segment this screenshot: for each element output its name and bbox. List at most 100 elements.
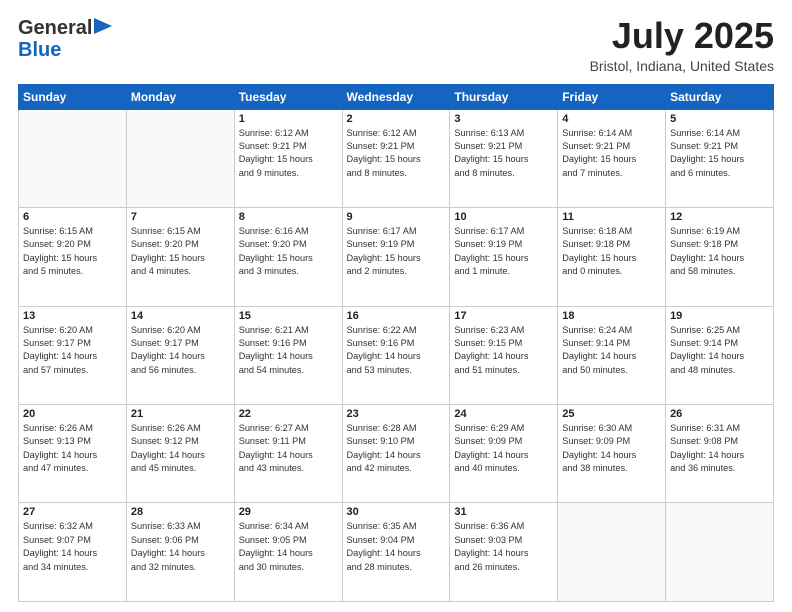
weekday-header-cell: Monday <box>126 84 234 109</box>
calendar-cell: 13 Sunrise: 6:20 AM Sunset: 9:17 PM Dayli… <box>19 306 127 404</box>
calendar-cell <box>19 109 127 207</box>
day-number: 23 <box>347 408 446 420</box>
day-info: Sunrise: 6:36 AM Sunset: 9:03 PM Dayligh… <box>454 520 553 573</box>
day-number: 15 <box>239 310 338 322</box>
calendar-cell: 1 Sunrise: 6:12 AM Sunset: 9:21 PM Daylig… <box>234 109 342 207</box>
calendar-week-row: 6Sunrise: 6:15 AM Sunset: 9:20 PM Daylig… <box>19 208 774 306</box>
calendar-cell: 9Sunrise: 6:17 AM Sunset: 9:19 PM Daylig… <box>342 208 450 306</box>
day-info: Sunrise: 6:34 AM Sunset: 9:05 PM Dayligh… <box>239 520 338 573</box>
day-info: Sunrise: 6:13 AM Sunset: 9:21 PM Dayligh… <box>454 127 553 180</box>
month-title: July 2025 <box>590 16 774 56</box>
day-number: 13 <box>23 310 122 322</box>
calendar-cell: 5Sunrise: 6:14 AM Sunset: 9:21 PM Daylig… <box>666 109 774 207</box>
day-number: 7 <box>131 211 230 223</box>
weekday-header-cell: Wednesday <box>342 84 450 109</box>
day-number: 12 <box>670 211 769 223</box>
day-info: Sunrise: 6:31 AM Sunset: 9:08 PM Dayligh… <box>670 422 769 475</box>
title-block: July 2025 Bristol, Indiana, United State… <box>590 16 774 74</box>
logo-blue: Blue <box>18 40 61 60</box>
day-number: 27 <box>23 506 122 518</box>
day-info: Sunrise: 6:26 AM Sunset: 9:12 PM Dayligh… <box>131 422 230 475</box>
calendar-cell: 11 Sunrise: 6:18 AM Sunset: 9:18 PM Dayli… <box>558 208 666 306</box>
day-number: 17 <box>454 310 553 322</box>
day-number: 14 <box>131 310 230 322</box>
day-number: 16 <box>347 310 446 322</box>
calendar-cell: 17 Sunrise: 6:23 AM Sunset: 9:15 PM Dayli… <box>450 306 558 404</box>
day-info: Sunrise: 6:25 AM Sunset: 9:14 PM Dayligh… <box>670 324 769 377</box>
day-info: Sunrise: 6:17 AM Sunset: 9:19 PM Dayligh… <box>454 225 553 278</box>
day-number: 4 <box>562 113 661 125</box>
day-info: Sunrise: 6:15 AM Sunset: 9:20 PM Dayligh… <box>131 225 230 278</box>
day-number: 19 <box>670 310 769 322</box>
calendar-cell: 15 Sunrise: 6:21 AM Sunset: 9:16 PM Dayli… <box>234 306 342 404</box>
day-info: Sunrise: 6:21 AM Sunset: 9:16 PM Dayligh… <box>239 324 338 377</box>
location-title: Bristol, Indiana, United States <box>590 58 774 74</box>
day-info: Sunrise: 6:32 AM Sunset: 9:07 PM Dayligh… <box>23 520 122 573</box>
calendar-week-row: 1 Sunrise: 6:12 AM Sunset: 9:21 PM Daylig… <box>19 109 774 207</box>
day-info: Sunrise: 6:22 AM Sunset: 9:16 PM Dayligh… <box>347 324 446 377</box>
day-info: Sunrise: 6:14 AM Sunset: 9:21 PM Dayligh… <box>562 127 661 180</box>
calendar-cell: 3 Sunrise: 6:13 AM Sunset: 9:21 PM Daylig… <box>450 109 558 207</box>
calendar-cell: 7 Sunrise: 6:15 AM Sunset: 9:20 PM Daylig… <box>126 208 234 306</box>
calendar-cell: 29 Sunrise: 6:34 AM Sunset: 9:05 PM Dayli… <box>234 503 342 602</box>
calendar-week-row: 27 Sunrise: 6:32 AM Sunset: 9:07 PM Dayli… <box>19 503 774 602</box>
day-number: 1 <box>239 113 338 125</box>
calendar-cell: 16 Sunrise: 6:22 AM Sunset: 9:16 PM Dayli… <box>342 306 450 404</box>
day-number: 29 <box>239 506 338 518</box>
calendar-cell: 8Sunrise: 6:16 AM Sunset: 9:20 PM Daylig… <box>234 208 342 306</box>
calendar-cell: 20Sunrise: 6:26 AM Sunset: 9:13 PM Dayli… <box>19 405 127 503</box>
calendar-cell: 24 Sunrise: 6:29 AM Sunset: 9:09 PM Dayli… <box>450 405 558 503</box>
day-info: Sunrise: 6:20 AM Sunset: 9:17 PM Dayligh… <box>23 324 122 377</box>
day-number: 22 <box>239 408 338 420</box>
day-number: 20 <box>23 408 122 420</box>
day-number: 10 <box>454 211 553 223</box>
calendar-cell: 2 Sunrise: 6:12 AM Sunset: 9:21 PM Daylig… <box>342 109 450 207</box>
day-number: 24 <box>454 408 553 420</box>
calendar-cell: 25 Sunrise: 6:30 AM Sunset: 9:09 PM Dayli… <box>558 405 666 503</box>
calendar-table: SundayMondayTuesdayWednesdayThursdayFrid… <box>18 84 774 602</box>
logo-arrow-icon <box>94 18 112 34</box>
calendar-cell: 27 Sunrise: 6:32 AM Sunset: 9:07 PM Dayli… <box>19 503 127 602</box>
day-info: Sunrise: 6:20 AM Sunset: 9:17 PM Dayligh… <box>131 324 230 377</box>
day-number: 21 <box>131 408 230 420</box>
day-number: 28 <box>131 506 230 518</box>
day-info: Sunrise: 6:33 AM Sunset: 9:06 PM Dayligh… <box>131 520 230 573</box>
day-info: Sunrise: 6:29 AM Sunset: 9:09 PM Dayligh… <box>454 422 553 475</box>
day-number: 26 <box>670 408 769 420</box>
calendar-cell: 12 Sunrise: 6:19 AM Sunset: 9:18 PM Dayli… <box>666 208 774 306</box>
day-info: Sunrise: 6:24 AM Sunset: 9:14 PM Dayligh… <box>562 324 661 377</box>
day-info: Sunrise: 6:18 AM Sunset: 9:18 PM Dayligh… <box>562 225 661 278</box>
calendar-cell <box>666 503 774 602</box>
day-number: 2 <box>347 113 446 125</box>
day-info: Sunrise: 6:12 AM Sunset: 9:21 PM Dayligh… <box>347 127 446 180</box>
day-number: 31 <box>454 506 553 518</box>
logo: General Blue <box>18 16 112 60</box>
day-info: Sunrise: 6:12 AM Sunset: 9:21 PM Dayligh… <box>239 127 338 180</box>
logo-general: General <box>18 17 92 39</box>
day-info: Sunrise: 6:23 AM Sunset: 9:15 PM Dayligh… <box>454 324 553 377</box>
weekday-header-cell: Friday <box>558 84 666 109</box>
day-info: Sunrise: 6:28 AM Sunset: 9:10 PM Dayligh… <box>347 422 446 475</box>
day-number: 9 <box>347 211 446 223</box>
day-number: 11 <box>562 211 661 223</box>
weekday-header-cell: Sunday <box>19 84 127 109</box>
day-info: Sunrise: 6:30 AM Sunset: 9:09 PM Dayligh… <box>562 422 661 475</box>
calendar-cell: 26 Sunrise: 6:31 AM Sunset: 9:08 PM Dayli… <box>666 405 774 503</box>
weekday-header-row: SundayMondayTuesdayWednesdayThursdayFrid… <box>19 84 774 109</box>
day-info: Sunrise: 6:35 AM Sunset: 9:04 PM Dayligh… <box>347 520 446 573</box>
calendar-cell: 19 Sunrise: 6:25 AM Sunset: 9:14 PM Dayli… <box>666 306 774 404</box>
calendar-cell: 18Sunrise: 6:24 AM Sunset: 9:14 PM Dayli… <box>558 306 666 404</box>
day-info: Sunrise: 6:15 AM Sunset: 9:20 PM Dayligh… <box>23 225 122 278</box>
calendar-cell: 14 Sunrise: 6:20 AM Sunset: 9:17 PM Dayli… <box>126 306 234 404</box>
day-info: Sunrise: 6:16 AM Sunset: 9:20 PM Dayligh… <box>239 225 338 278</box>
weekday-header-cell: Tuesday <box>234 84 342 109</box>
calendar-cell <box>558 503 666 602</box>
day-number: 3 <box>454 113 553 125</box>
day-number: 30 <box>347 506 446 518</box>
day-number: 25 <box>562 408 661 420</box>
calendar-body: 1 Sunrise: 6:12 AM Sunset: 9:21 PM Daylig… <box>19 109 774 601</box>
calendar-cell: 21 Sunrise: 6:26 AM Sunset: 9:12 PM Dayli… <box>126 405 234 503</box>
weekday-header-cell: Thursday <box>450 84 558 109</box>
day-info: Sunrise: 6:19 AM Sunset: 9:18 PM Dayligh… <box>670 225 769 278</box>
day-info: Sunrise: 6:27 AM Sunset: 9:11 PM Dayligh… <box>239 422 338 475</box>
